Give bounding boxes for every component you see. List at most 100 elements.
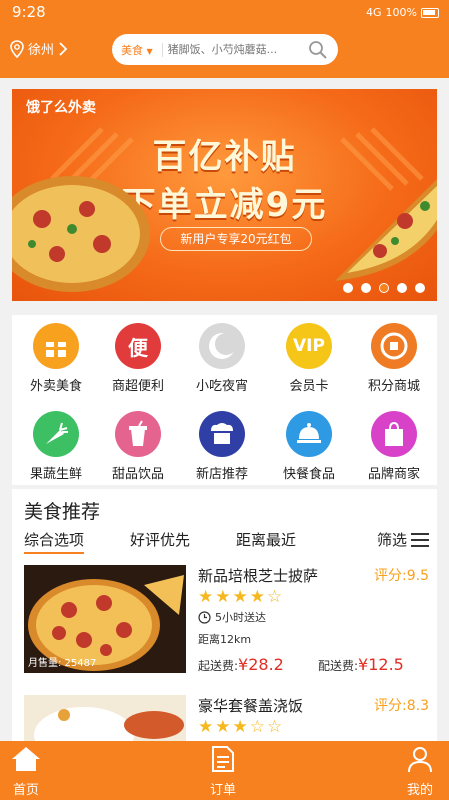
delivery-time-label: 5小时送达 bbox=[215, 611, 266, 624]
tab-top-rated[interactable]: 好评优先 bbox=[130, 529, 190, 550]
status-time: 9:28 bbox=[12, 3, 46, 21]
points-icon bbox=[371, 323, 417, 369]
status-bar: 9:28 4G 100% bbox=[0, 0, 449, 26]
banner-dot[interactable] bbox=[415, 283, 425, 293]
category-label: 小吃夜宵 bbox=[195, 379, 248, 394]
restaurant-card[interactable]: 月售量: 25487 新品培根芝士披萨 评分:9.5 ★★★★☆ 5小时送达 距… bbox=[24, 565, 429, 675]
restaurant-score: 评分:9.5 bbox=[374, 568, 429, 584]
tab-nearest[interactable]: 距离最近 bbox=[236, 529, 296, 550]
drink-icon bbox=[115, 411, 161, 457]
search-category-dropdown[interactable]: 美食 ▼ bbox=[121, 42, 153, 58]
category-label: 会员卡 bbox=[289, 379, 329, 394]
restaurant-name: 豪华套餐盖浇饭 bbox=[198, 697, 304, 715]
pizza-image-left bbox=[12, 176, 150, 292]
food-image: 月售量: 25487 bbox=[24, 565, 186, 673]
location-selector[interactable]: 徐州 bbox=[10, 39, 68, 58]
section-title: 美食推荐 bbox=[24, 501, 101, 523]
category-points[interactable]: 积分商城 bbox=[354, 323, 434, 394]
category-label: 外卖美食 bbox=[29, 379, 82, 394]
category-label: 商超便利 bbox=[111, 379, 164, 394]
banner-tag: 新用户专享20元红包 bbox=[160, 227, 312, 251]
category-label: 品牌商家 bbox=[367, 467, 420, 482]
category-label: 积分商城 bbox=[367, 379, 420, 394]
search-bar[interactable]: 美食 ▼ bbox=[112, 34, 338, 65]
delivery-fee: 配送费:¥12.5 bbox=[318, 655, 404, 674]
search-category-label: 美食 bbox=[121, 43, 143, 57]
clock-icon bbox=[198, 610, 211, 624]
star-rating: ★★★☆☆ bbox=[198, 717, 285, 737]
nav-home[interactable]: 首页 bbox=[10, 745, 42, 798]
category-brands[interactable]: 品牌商家 bbox=[354, 411, 434, 482]
category-fastfood[interactable]: 快餐食品 bbox=[269, 411, 349, 482]
location-pin-icon bbox=[10, 39, 24, 58]
user-icon bbox=[408, 747, 432, 773]
category-snacks[interactable]: 小吃夜宵 bbox=[182, 323, 262, 394]
star-rating: ★★★★☆ bbox=[198, 587, 285, 607]
search-divider bbox=[161, 42, 163, 57]
category-fresh[interactable]: 果蔬生鲜 bbox=[16, 411, 96, 482]
start-fee-value: ¥28.2 bbox=[238, 655, 284, 674]
food-image bbox=[24, 695, 186, 741]
status-indicators: 4G 100% bbox=[366, 6, 439, 19]
moon-icon bbox=[199, 323, 245, 369]
menu-icon bbox=[411, 532, 429, 547]
gift-icon bbox=[33, 323, 79, 369]
category-label: 甜品饮品 bbox=[111, 467, 164, 482]
category-convenience[interactable]: 便 商超便利 bbox=[98, 323, 178, 394]
nav-label: 订单 bbox=[210, 783, 237, 798]
start-fee: 起送费:¥28.2 bbox=[198, 655, 284, 674]
location-label: 徐州 bbox=[28, 43, 55, 58]
banner-dot[interactable] bbox=[343, 283, 353, 293]
search-icon[interactable] bbox=[308, 40, 328, 60]
category-label: 果蔬生鲜 bbox=[29, 467, 82, 482]
category-drinks[interactable]: 甜品饮品 bbox=[98, 411, 178, 482]
search-input[interactable] bbox=[167, 43, 288, 56]
delivery-time: 5小时送达 bbox=[198, 609, 266, 625]
battery-icon bbox=[421, 7, 439, 18]
banner-dot[interactable] bbox=[361, 283, 371, 293]
delivery-fee-label: 配送费: bbox=[318, 659, 359, 673]
order-icon bbox=[212, 746, 234, 772]
food-recommend-section: 美食推荐 综合选项 好评优先 距离最近 筛选 月售量: 25487 新品培根芝士… bbox=[12, 489, 437, 741]
start-fee-label: 起送费: bbox=[198, 659, 239, 673]
nav-label: 首页 bbox=[12, 783, 39, 798]
distance-label: 距离12km bbox=[198, 633, 252, 646]
nav-profile[interactable]: 我的 bbox=[406, 745, 434, 798]
carrot-icon bbox=[33, 411, 79, 457]
shop-icon bbox=[199, 411, 245, 457]
restaurant-card[interactable]: 豪华套餐盖浇饭 评分:8.3 ★★★☆☆ bbox=[24, 695, 429, 741]
vip-icon: VIP bbox=[286, 323, 332, 369]
category-label: 快餐食品 bbox=[282, 467, 335, 482]
battery-label: 100% bbox=[385, 6, 417, 19]
top-header: 9:28 4G 100% 徐州 美食 ▼ bbox=[0, 0, 449, 78]
banner-logo: 饿了么外卖 bbox=[26, 100, 96, 116]
delivery-fee-value: ¥12.5 bbox=[358, 655, 404, 674]
convenience-icon: 便 bbox=[115, 323, 161, 369]
nav-orders[interactable]: 订单 bbox=[210, 745, 236, 798]
category-takeout[interactable]: 外卖美食 bbox=[16, 323, 96, 394]
filter-button[interactable]: 筛选 bbox=[377, 529, 429, 550]
bottom-navigation: 首页 订单 我的 bbox=[0, 741, 449, 800]
restaurant-name: 新品培根芝士披萨 bbox=[198, 567, 319, 585]
network-label: 4G bbox=[366, 6, 382, 19]
category-grid: 外卖美食 便 商超便利 小吃夜宵 VIP 会员卡 积分商城 果蔬生鲜 甜品饮品 bbox=[12, 315, 437, 485]
caret-down-icon: ▼ bbox=[146, 46, 153, 56]
bag-icon bbox=[371, 411, 417, 457]
sales-count: 月售量: 25487 bbox=[28, 658, 97, 669]
pizza-image-right bbox=[335, 179, 437, 281]
category-label: 新店推荐 bbox=[195, 467, 248, 482]
category-new-shop[interactable]: 新店推荐 bbox=[182, 411, 262, 482]
tab-comprehensive[interactable]: 综合选项 bbox=[24, 529, 85, 554]
sort-tabs: 综合选项 好评优先 距离最近 筛选 bbox=[24, 529, 429, 555]
category-vip[interactable]: VIP 会员卡 bbox=[269, 323, 349, 394]
filter-label: 筛选 bbox=[376, 531, 407, 549]
nav-label: 我的 bbox=[406, 783, 433, 798]
dish-icon bbox=[286, 411, 332, 457]
banner-dot[interactable] bbox=[397, 283, 407, 293]
chevron-right-icon bbox=[59, 41, 68, 56]
banner-dot-active[interactable] bbox=[379, 283, 389, 293]
banner-pagination bbox=[343, 283, 425, 293]
home-icon bbox=[12, 747, 40, 771]
restaurant-score: 评分:8.3 bbox=[374, 698, 429, 714]
promo-banner[interactable]: 饿了么外卖 百亿补贴 下单立减9元 新用户专享20元红包 bbox=[12, 89, 437, 301]
